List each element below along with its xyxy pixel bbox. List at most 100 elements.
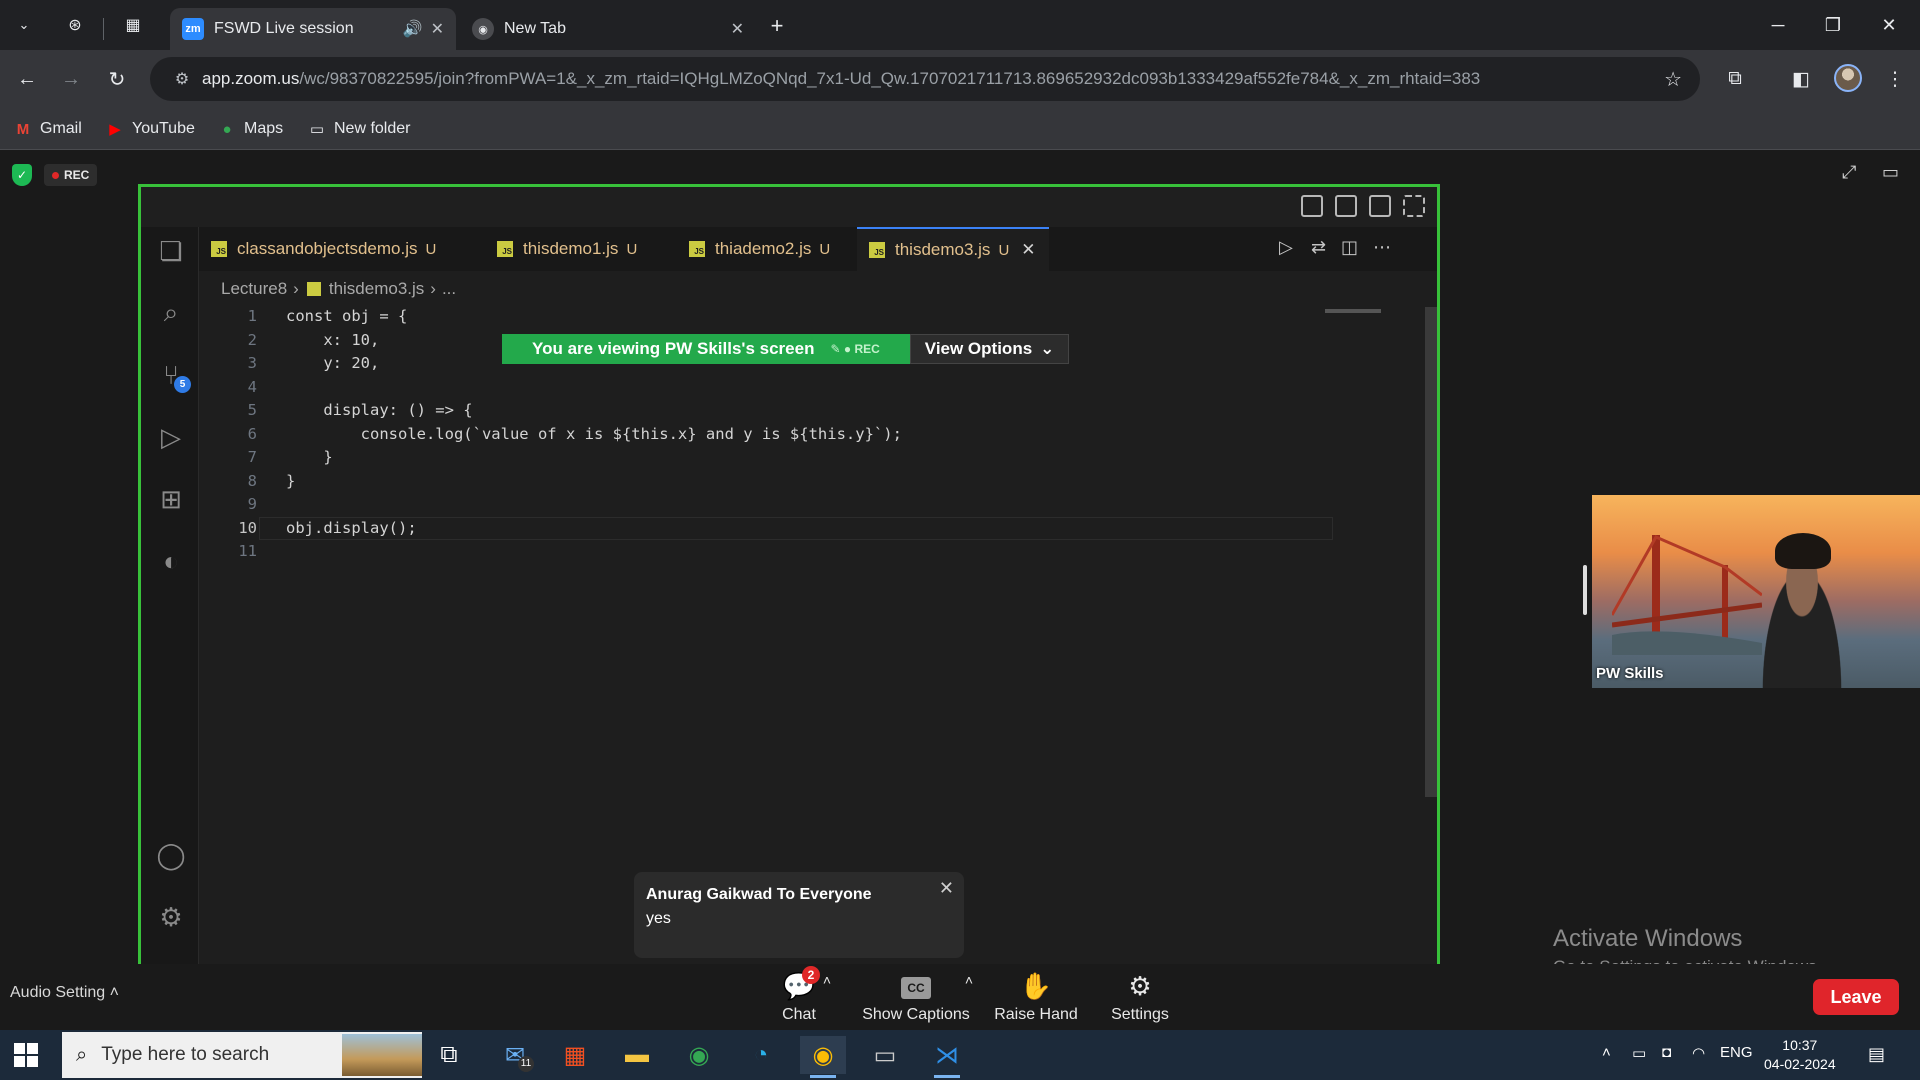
editor-scrollbar[interactable] (1425, 307, 1437, 797)
wifi-icon[interactable]: ◠ (1692, 1044, 1705, 1062)
close-tab-icon[interactable]: ✕ (431, 19, 444, 39)
source-control-icon[interactable]: ⑂ 5 (155, 359, 191, 393)
chrome-icon[interactable]: ◉ (676, 1036, 722, 1074)
minimap[interactable] (1325, 309, 1381, 313)
close-icon[interactable]: ✕ (939, 878, 954, 899)
activate-title: Activate Windows (1553, 925, 1743, 952)
breadcrumb-folder[interactable]: Lecture8 (221, 279, 287, 299)
code-line[interactable]: 1 const obj = { (199, 305, 1437, 329)
chat-options-chevron-up-icon[interactable]: ˄ (812, 972, 842, 990)
code-line[interactable]: 5 display: () => { (199, 399, 1437, 423)
minimize-icon[interactable]: ─ (1755, 10, 1801, 40)
view-options-button[interactable]: View Options ⌄ (909, 334, 1070, 364)
file-explorer-icon[interactable]: ▬ (614, 1036, 660, 1074)
audio-setting-button[interactable]: Audio Setting ˄ (10, 984, 119, 1002)
split-editor-icon[interactable]: ◫ (1341, 237, 1358, 258)
video-panel-drag-handle[interactable] (1583, 565, 1587, 615)
pinned-tab-notion-icon[interactable]: ▦ (120, 12, 146, 38)
editor-tab[interactable]: JS thiademo2.js U (677, 227, 857, 271)
close-tab-icon[interactable]: ✕ (731, 19, 744, 39)
restore-icon[interactable]: ❐ (1810, 10, 1856, 40)
back-arrow-icon[interactable]: ← (12, 64, 42, 94)
browser-tab-newtab[interactable]: ◉ New Tab ✕ (460, 8, 756, 50)
profile-avatar[interactable] (1834, 64, 1862, 92)
more-actions-icon[interactable]: ⋯ (1373, 237, 1391, 258)
run-code-icon[interactable]: ▷ (1279, 237, 1293, 258)
toggle-panel-icon[interactable] (1335, 195, 1357, 217)
explorer-files-icon[interactable]: ❏ (155, 235, 187, 267)
chrome-profile-icon[interactable]: ◉ (800, 1036, 846, 1078)
code-line[interactable]: 10 obj.display(); (199, 516, 1437, 540)
bookmark-gmail[interactable]: M Gmail (14, 116, 82, 142)
editor-tab[interactable]: JS thisdemo1.js U (485, 227, 659, 271)
microsoft-store-icon[interactable]: ▦ (552, 1036, 598, 1074)
breadcrumb-file[interactable]: thisdemo3.js (329, 279, 424, 299)
rec-label: REC (64, 168, 90, 182)
breadcrumb-more[interactable]: ... (442, 279, 456, 299)
code-line[interactable]: 11 (199, 540, 1437, 564)
language-indicator[interactable]: ENG (1720, 1044, 1753, 1061)
run-debug-icon[interactable]: ▷ (155, 421, 187, 453)
menu-kebab-icon[interactable]: ⋮ (1880, 64, 1910, 94)
terminal-icon[interactable]: ▭ (862, 1036, 908, 1074)
recording-indicator[interactable]: REC (44, 164, 98, 186)
close-tab-icon[interactable]: ✕ (1021, 240, 1035, 260)
view-layout-icon[interactable]: ▭ (1882, 162, 1899, 183)
tab-search-button[interactable]: ⌄ (8, 10, 40, 40)
taskbar-clock[interactable]: 10:37 04-02-2024 (1764, 1036, 1836, 1074)
task-view-icon[interactable]: ⧉ (426, 1036, 472, 1074)
fullscreen-icon[interactable]: ⤢ (1842, 162, 1856, 183)
toggle-secondary-sidebar-icon[interactable] (1369, 195, 1391, 217)
settings-button[interactable]: ⚙ Settings (1085, 970, 1195, 1024)
taskbar-search-box[interactable]: ⌕ Type here to search (62, 1032, 422, 1078)
notifications-icon[interactable]: ▤ (1868, 1044, 1885, 1065)
forward-arrow-icon[interactable]: → (56, 64, 86, 94)
new-tab-plus-icon[interactable]: + (763, 12, 791, 40)
code-line[interactable]: 6 console.log(`value of x is ${this.x} a… (199, 423, 1437, 447)
camera-icon[interactable]: ◘ (1662, 1044, 1671, 1061)
show-hidden-icons-chevron-up-icon[interactable]: ˄ (1602, 1044, 1611, 1061)
extensions-icon[interactable]: ⊞ (155, 483, 187, 515)
manage-gear-icon[interactable]: ⚙ (155, 901, 187, 933)
remote-explorer-icon[interactable]: ◐ (155, 545, 187, 577)
edge-icon[interactable]: ◔ (738, 1036, 784, 1074)
encryption-shield-icon[interactable]: ✓ (12, 164, 32, 186)
bookmark-new-folder[interactable]: ▭ New folder (308, 116, 411, 142)
battery-icon[interactable]: ▭ (1632, 1044, 1646, 1062)
bookmark-maps[interactable]: ● Maps (218, 116, 283, 142)
editor-tab[interactable]: JS classandobjectsdemo.js U (199, 227, 467, 271)
chat-notification[interactable]: Anurag Gaikwad To Everyone yes ✕ (634, 872, 964, 958)
js-file-icon: JS (689, 241, 705, 257)
windows-start-icon[interactable] (14, 1043, 38, 1067)
captions-options-chevron-up-icon[interactable]: ˄ (954, 972, 984, 990)
editor-tab-active[interactable]: JS thisdemo3.js U ✕ (857, 227, 1049, 271)
search-icon[interactable]: ⌕ (155, 297, 187, 329)
side-panel-icon[interactable]: ◧ (1786, 64, 1816, 94)
accounts-icon[interactable]: ◯ (155, 839, 187, 871)
vscode-icon[interactable]: ⋊ (924, 1036, 970, 1078)
leave-button[interactable]: Leave (1813, 979, 1899, 1015)
close-window-icon[interactable]: ✕ (1866, 10, 1912, 40)
mail-icon[interactable]: ✉ 11 (492, 1036, 538, 1074)
toggle-primary-sidebar-icon[interactable] (1301, 195, 1323, 217)
site-info-icon[interactable]: ⚙ (162, 69, 202, 89)
audio-playing-icon[interactable]: 🔊 (403, 19, 423, 39)
extensions-puzzle-icon[interactable]: ⧉ (1720, 64, 1750, 94)
url-text[interactable]: app.zoom.us/wc/98370822595/join?fromPWA=… (202, 69, 1480, 89)
open-changes-icon[interactable]: ⇄ (1311, 237, 1326, 258)
raise-hand-button[interactable]: ✋ Raise Hand (981, 970, 1091, 1024)
reload-icon[interactable]: ↻ (102, 64, 132, 94)
pinned-tab-chatgpt-icon[interactable]: ⊛ (62, 12, 88, 38)
code-line[interactable]: 4 (199, 376, 1437, 400)
code-line[interactable]: 7 } (199, 446, 1437, 470)
code-line[interactable]: 9 (199, 493, 1437, 517)
bookmark-star-icon[interactable]: ☆ (1664, 67, 1682, 92)
participant-video-tile[interactable]: PW Skills (1592, 495, 1920, 688)
bookmark-youtube[interactable]: ▶ YouTube (106, 116, 195, 142)
code-text: y: 20, (286, 354, 380, 372)
customize-layout-icon[interactable] (1403, 195, 1425, 217)
code-line[interactable]: 8} (199, 470, 1437, 494)
viewing-text: You are viewing PW Skills's screen (532, 339, 815, 358)
browser-tab-zoom[interactable]: zm FSWD Live session 🔊 ✕ (170, 8, 456, 50)
address-bar[interactable]: ⚙ app.zoom.us/wc/98370822595/join?fromPW… (150, 57, 1700, 101)
